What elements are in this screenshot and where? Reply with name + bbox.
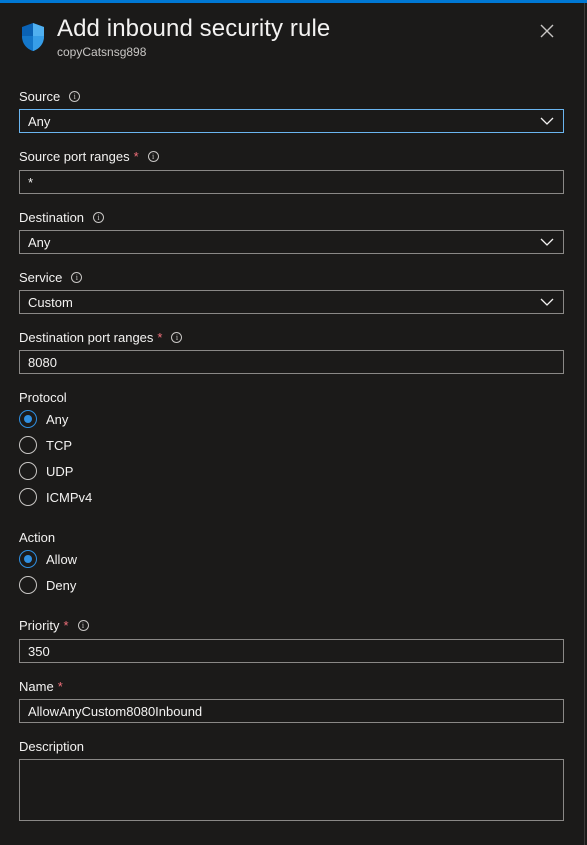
destination-label: Destination i [19,210,105,225]
radio-unselected-icon [19,488,37,506]
info-icon[interactable]: i [71,272,83,283]
panel-title: Add inbound security rule [57,15,331,42]
protocol-option-icmpv4[interactable]: ICMPv4 [19,488,92,506]
protocol-option-udp[interactable]: UDP [19,462,73,480]
protocol-label: Protocol [19,390,67,405]
service-dropdown[interactable]: Custom [19,290,564,314]
source-port-ranges-value: * [28,174,34,190]
shield-icon [22,23,44,51]
chevron-down-icon [540,238,554,246]
priority-input[interactable]: 350 [19,639,564,663]
destination-value: Any [28,234,51,250]
action-option-allow[interactable]: Allow [19,550,77,568]
radio-unselected-icon [19,462,37,480]
chevron-down-icon [540,298,554,306]
info-icon[interactable]: i [147,151,159,162]
action-option-label: Allow [46,551,78,567]
name-value: AllowAnyCustom8080Inbound [28,703,203,719]
source-port-ranges-label: Source port ranges * i [19,149,159,164]
radio-unselected-icon [19,436,37,454]
destination-port-ranges-value: 8080 [28,354,57,370]
service-label: Service i [19,270,83,285]
source-label: Source i [19,89,81,104]
destination-port-ranges-input[interactable]: 8080 [19,350,564,374]
info-icon[interactable]: i [93,212,105,223]
radio-unselected-icon [19,576,37,594]
protocol-option-label: ICMPv4 [46,489,93,505]
protocol-option-any[interactable]: Any [19,410,68,428]
required-asterisk: * [133,149,139,164]
info-icon[interactable]: i [171,332,183,343]
radio-selected-icon [19,410,37,428]
name-label: Name * [19,679,63,694]
required-asterisk: * [157,330,163,345]
add-inbound-rule-panel: Add inbound security rule copyCatsnsg898… [0,3,585,845]
priority-label: Priority * i [19,618,89,633]
action-option-deny[interactable]: Deny [19,576,76,594]
description-textarea[interactable] [19,759,564,821]
close-icon[interactable] [535,19,559,43]
required-asterisk: * [57,679,63,694]
chevron-down-icon [540,117,554,125]
destination-port-ranges-label: Destination port ranges * i [19,330,183,345]
source-port-ranges-input[interactable]: * [19,170,564,194]
panel-subtitle: copyCatsnsg898 [57,45,147,59]
action-option-label: Deny [46,577,77,593]
action-label: Action [19,530,56,545]
protocol-option-label: TCP [46,437,72,453]
protocol-option-label: Any [46,411,69,427]
info-icon[interactable]: i [69,91,81,102]
priority-value: 350 [28,643,50,659]
source-dropdown[interactable]: Any [19,109,564,133]
destination-dropdown[interactable]: Any [19,230,564,254]
required-asterisk: * [63,618,69,633]
radio-selected-icon [19,550,37,568]
description-label: Description [19,739,85,754]
protocol-option-tcp[interactable]: TCP [19,436,72,454]
source-value: Any [28,113,51,129]
service-value: Custom [28,294,73,310]
info-icon[interactable]: i [77,620,89,631]
protocol-option-label: UDP [46,463,74,479]
name-input[interactable]: AllowAnyCustom8080Inbound [19,699,564,723]
